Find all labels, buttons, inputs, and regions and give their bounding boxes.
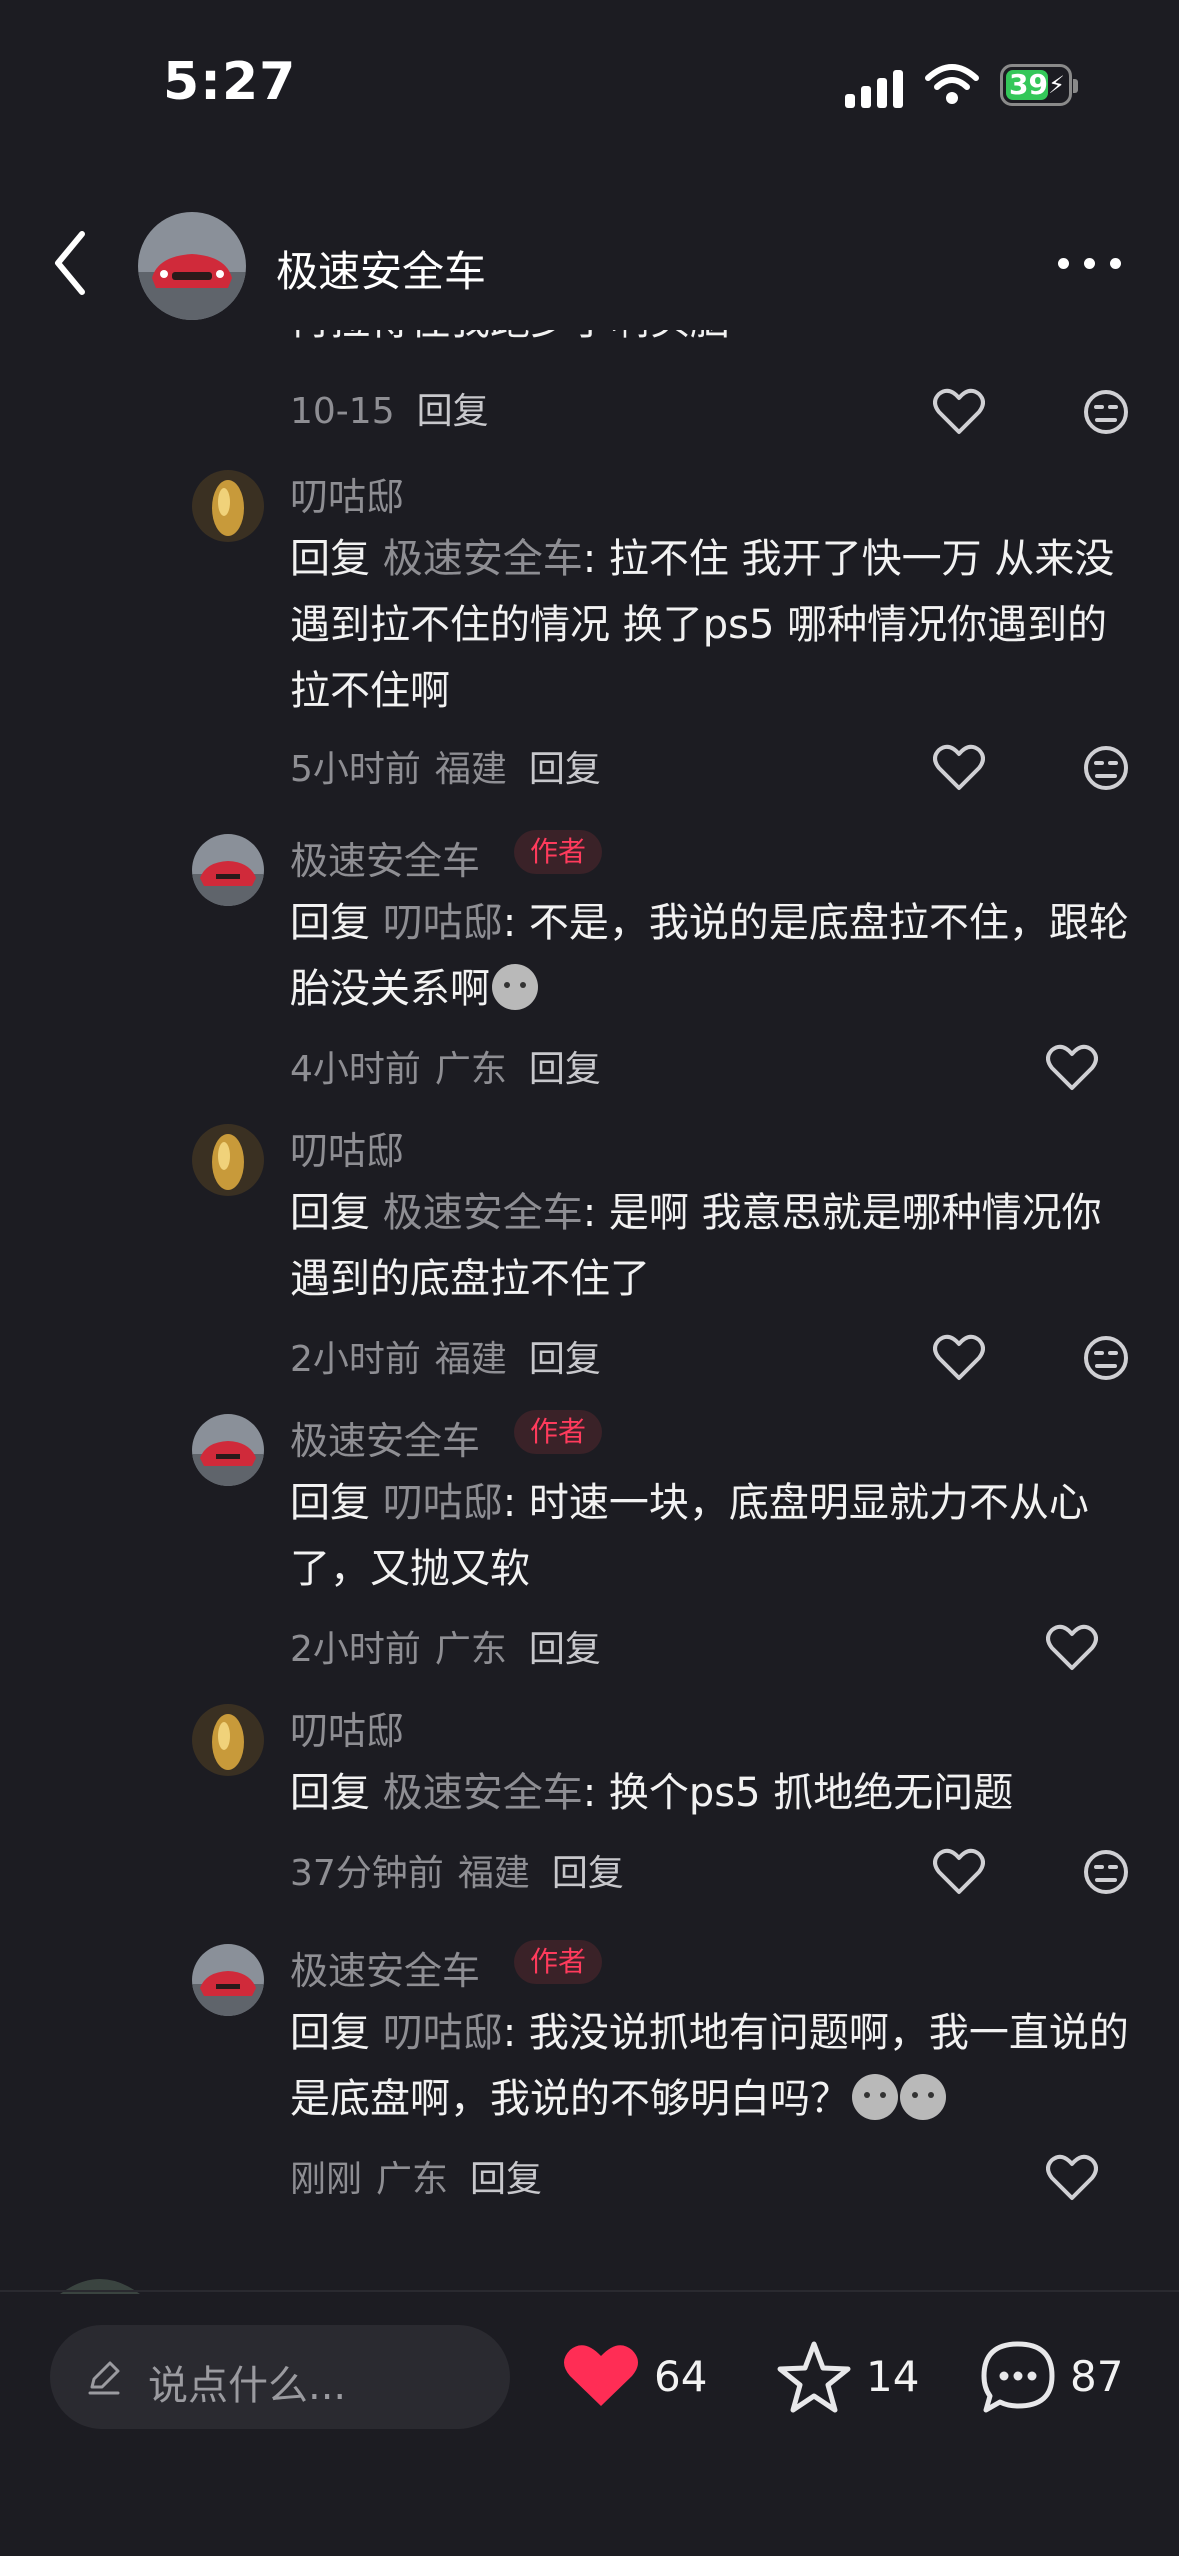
heart-icon — [564, 2345, 638, 2406]
comment-location: 福建 — [457, 1853, 530, 1894]
reply-button[interactable]: 回复 — [552, 1853, 624, 1894]
author-avatar[interactable] — [192, 1414, 264, 1486]
comment-meta: 37分钟前 福建 回复 — [290, 1844, 624, 1896]
reply-button[interactable]: 回复 — [529, 749, 601, 790]
battery-icon: 39 ⚡ — [1000, 64, 1078, 106]
commenter-name[interactable]: 极速安全车 — [290, 1410, 480, 1465]
reply-target[interactable]: 叨咕邸 — [383, 900, 503, 946]
avatar[interactable] — [192, 1704, 264, 1776]
dislike-icon[interactable] — [1082, 1848, 1130, 1896]
commenter-name[interactable]: 叨咕邸 — [290, 1120, 404, 1175]
comment-meta: 2小时前 福建 回复 — [290, 1330, 601, 1382]
like-count: 64 — [654, 2352, 708, 2401]
comment-time: 刚刚 — [290, 2159, 363, 2200]
dislike-icon[interactable] — [1082, 1334, 1130, 1382]
comment-count-button[interactable]: 87 — [978, 2332, 1148, 2422]
heart-icon[interactable] — [1046, 2154, 1098, 2202]
comment-location: 广东 — [434, 1049, 507, 1090]
emoji-icon — [492, 964, 538, 1010]
reply-button[interactable]: 回复 — [529, 1629, 601, 1670]
comment-location: 福建 — [434, 749, 507, 790]
reply-target[interactable]: 极速安全车 — [383, 536, 583, 582]
comment-text: 回复 叨咕邸: 我没说抓地有问题啊，我一直说的是底盘啊，我说的不够明白吗？ — [290, 2010, 1129, 2122]
comment-meta: 刚刚 广东 回复 — [290, 2150, 542, 2202]
reply-button[interactable]: 回复 — [417, 391, 489, 432]
comment-meta: 4小时前 广东 回复 — [290, 1040, 601, 1092]
comment-time: 5小时前 — [290, 749, 421, 790]
comment-time: 2小时前 — [290, 1629, 421, 1670]
status-bar: 5:27 39 ⚡ — [0, 0, 1179, 170]
author-badge: 作者 — [514, 830, 603, 874]
comment-text: 回复 极速安全车: 换个ps5 抓地绝无问题 — [290, 1770, 1014, 1816]
reply-target[interactable]: 叨咕邸 — [383, 2010, 503, 2056]
header: 极速安全车 — [0, 200, 1179, 330]
back-icon[interactable] — [50, 228, 90, 298]
reply-button[interactable]: 回复 — [529, 1049, 601, 1090]
author-badge: 作者 — [514, 1940, 603, 1984]
heart-icon[interactable] — [933, 744, 985, 792]
comment-text: 回复 叨咕邸: 时速一块，底盘明显就力不从心了，又抛又软 — [290, 1480, 1089, 1592]
comment-time: 4小时前 — [290, 1049, 421, 1090]
pencil-icon — [88, 2361, 120, 2395]
reply-target[interactable]: 极速安全车 — [383, 1190, 583, 1236]
author-avatar[interactable] — [192, 1944, 264, 2016]
author-avatar[interactable] — [138, 212, 246, 320]
avatar[interactable] — [192, 470, 264, 542]
reply-button[interactable]: 回复 — [470, 2159, 542, 2200]
star-icon — [777, 2341, 851, 2413]
favorite-button[interactable]: 14 — [776, 2332, 926, 2422]
avatar[interactable] — [192, 1124, 264, 1196]
comment-icon — [981, 2341, 1055, 2413]
commenter-name[interactable]: 极速安全车 — [290, 1940, 480, 1995]
comment-time: 10-15 — [290, 391, 395, 432]
comment-list[interactable]: 再拉得住我跑步了啊头脑 10-15 回复 叨咕邸 回复 极速安全车: 拉不住 我开… — [0, 330, 1179, 2290]
comment-input[interactable]: 说点什么... — [50, 2325, 510, 2429]
author-badge: 作者 — [514, 1410, 603, 1454]
comment-meta: 5小时前 福建 回复 — [290, 740, 601, 792]
comment-time: 2小时前 — [290, 1339, 421, 1380]
comment-meta: 10-15 回复 — [290, 382, 489, 434]
dislike-icon[interactable] — [1082, 388, 1130, 436]
like-button[interactable]: 64 — [562, 2332, 722, 2422]
wifi-icon — [925, 64, 979, 104]
author-avatar[interactable] — [192, 834, 264, 906]
bottom-divider — [0, 2290, 1179, 2292]
comment-meta: 2小时前 广东 回复 — [290, 1620, 601, 1672]
comment-input-placeholder: 说点什么... — [148, 2363, 347, 2409]
emoji-icon — [900, 2074, 946, 2120]
commenter-name[interactable]: 极速安全车 — [290, 830, 480, 885]
comment-location: 福建 — [434, 1339, 507, 1380]
status-time: 5:27 — [163, 52, 297, 112]
comment-location: 广东 — [376, 2159, 449, 2200]
heart-icon[interactable] — [1046, 1624, 1098, 1672]
emoji-icon — [852, 2074, 898, 2120]
heart-icon[interactable] — [933, 1848, 985, 1896]
comment-location: 广东 — [434, 1629, 507, 1670]
battery-level: 39 — [1009, 68, 1048, 101]
heart-icon[interactable] — [933, 388, 985, 436]
heart-icon[interactable] — [1046, 1044, 1098, 1092]
signal-icon — [845, 68, 907, 108]
commenter-name[interactable]: 叨咕邸 — [290, 1700, 404, 1755]
reply-target[interactable]: 极速安全车 — [383, 1770, 583, 1816]
commenter-name[interactable]: 叨咕邸 — [290, 466, 404, 521]
comment-time: 37分钟前 — [290, 1853, 444, 1894]
comment-count: 87 — [1070, 2352, 1124, 2401]
reply-button[interactable]: 回复 — [529, 1339, 601, 1380]
dislike-icon[interactable] — [1082, 744, 1130, 792]
comment-text: 回复 叨咕邸: 不是，我说的是底盘拉不住，跟轮胎没关系啊 — [290, 900, 1129, 1012]
favorite-count: 14 — [866, 2352, 920, 2401]
reply-target[interactable]: 叨咕邸 — [383, 1480, 503, 1526]
heart-icon[interactable] — [933, 1334, 985, 1382]
comment-text: 回复 极速安全车: 拉不住 我开了快一万 从来没遇到拉不住的情况 换了ps5 哪… — [290, 536, 1115, 714]
comment-text: 回复 极速安全车: 是啊 我意思就是哪种情况你遇到的底盘拉不住了 — [290, 1190, 1102, 1302]
truncated-comment-text: 再拉得住我跑步了啊头脑 — [290, 330, 730, 346]
more-icon[interactable] — [1058, 252, 1122, 276]
page-title: 极速安全车 — [276, 247, 487, 296]
